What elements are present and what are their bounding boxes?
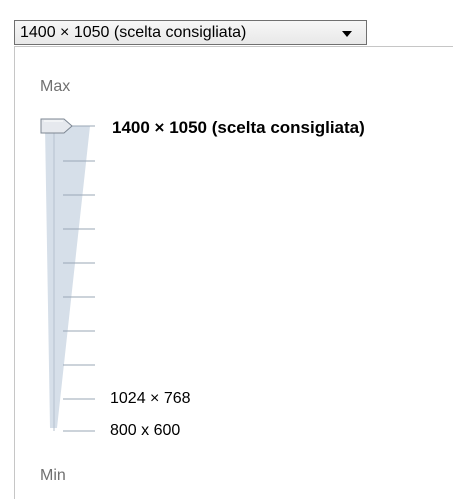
resolution-slider[interactable] bbox=[0, 0, 453, 499]
slider-track-fill bbox=[45, 126, 90, 428]
resolution-option-1024x768[interactable]: 1024 × 768 bbox=[110, 390, 191, 408]
slider-min-label: Min bbox=[40, 467, 66, 484]
selected-resolution-label: 1400 × 1050 (scelta consigliata) bbox=[112, 118, 365, 137]
resolution-option-800x600[interactable]: 800 x 600 bbox=[110, 422, 180, 440]
resolution-picker: 1400 × 1050 (scelta consigliata) Max 140… bbox=[0, 0, 453, 499]
